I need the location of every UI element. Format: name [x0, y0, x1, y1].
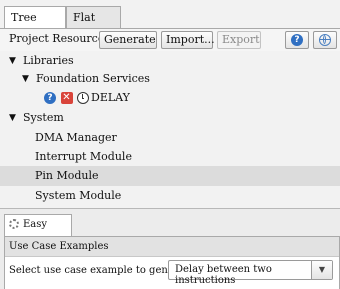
expand-arrow-icon[interactable]: ▼ [9, 51, 16, 71]
resource-tree: ▼ Libraries ▼ Foundation Services ? ✕ DE… [0, 51, 340, 208]
tree-node-interrupt-module[interactable]: Interrupt Module [0, 147, 340, 167]
easy-setup-panel: Easy Setup Use Case Examples Select use … [0, 209, 340, 289]
section-title: Use Case Examples [5, 237, 339, 257]
tab-easy-setup[interactable]: Easy Setup [4, 214, 72, 250]
chevron-down-icon[interactable]: ▼ [311, 261, 332, 279]
tree-label: DMA Manager [35, 131, 117, 144]
tree-label: Interrupt Module [35, 150, 132, 163]
export-button[interactable]: Export [217, 31, 261, 49]
project-resources-label: Project Resources [9, 32, 110, 45]
globe-button[interactable] [313, 31, 337, 49]
tree-node-libraries[interactable]: ▼ Libraries [0, 51, 340, 71]
view-tabs: Tree View Flat View [0, 0, 340, 46]
use-case-select[interactable]: Delay between two instructions ▼ [168, 260, 333, 286]
globe-icon [319, 34, 331, 46]
resource-panel: Tree View Flat View Project Resources Ge… [0, 0, 340, 208]
import-button[interactable]: Import... [161, 31, 215, 49]
tree-label: System Module [35, 189, 122, 202]
expand-arrow-icon[interactable]: ▼ [22, 69, 29, 89]
tree-node-foundation-services[interactable]: ▼ Foundation Services [0, 69, 340, 89]
delay-status-icons: ? ✕ [44, 92, 90, 104]
help-button[interactable]: ? [285, 31, 309, 49]
gear-icon [9, 219, 19, 229]
error-icon[interactable]: ✕ [60, 92, 73, 104]
tree-label: Pin Module [35, 169, 99, 182]
tab-tree-view[interactable]: Tree View [4, 6, 66, 46]
tree-node-dma-manager[interactable]: DMA Manager [0, 128, 340, 148]
help-icon: ? [291, 34, 303, 46]
use-case-section: Use Case Examples Select use case exampl… [4, 236, 340, 289]
tree-node-delay[interactable]: ? ✕ DELAY [0, 88, 340, 108]
toolbar: Project Resources Generate Import... Exp… [0, 29, 340, 51]
tree-label: Libraries [23, 54, 74, 67]
generate-button[interactable]: Generate [99, 31, 157, 49]
tree-node-system[interactable]: ▼ System [0, 108, 340, 128]
tree-label: Foundation Services [36, 72, 150, 85]
tree-label: DELAY [91, 91, 130, 104]
help-icon[interactable]: ? [44, 92, 56, 104]
tab-flat-view[interactable]: Flat View [66, 6, 121, 46]
clock-icon [77, 92, 89, 104]
tree-node-pin-module[interactable]: Pin Module [0, 166, 340, 186]
use-case-select-value: Delay between two instructions [175, 264, 272, 286]
tree-label: System [23, 111, 64, 124]
tree-node-system-module[interactable]: System Module [0, 186, 340, 206]
expand-arrow-icon[interactable]: ▼ [9, 108, 16, 128]
